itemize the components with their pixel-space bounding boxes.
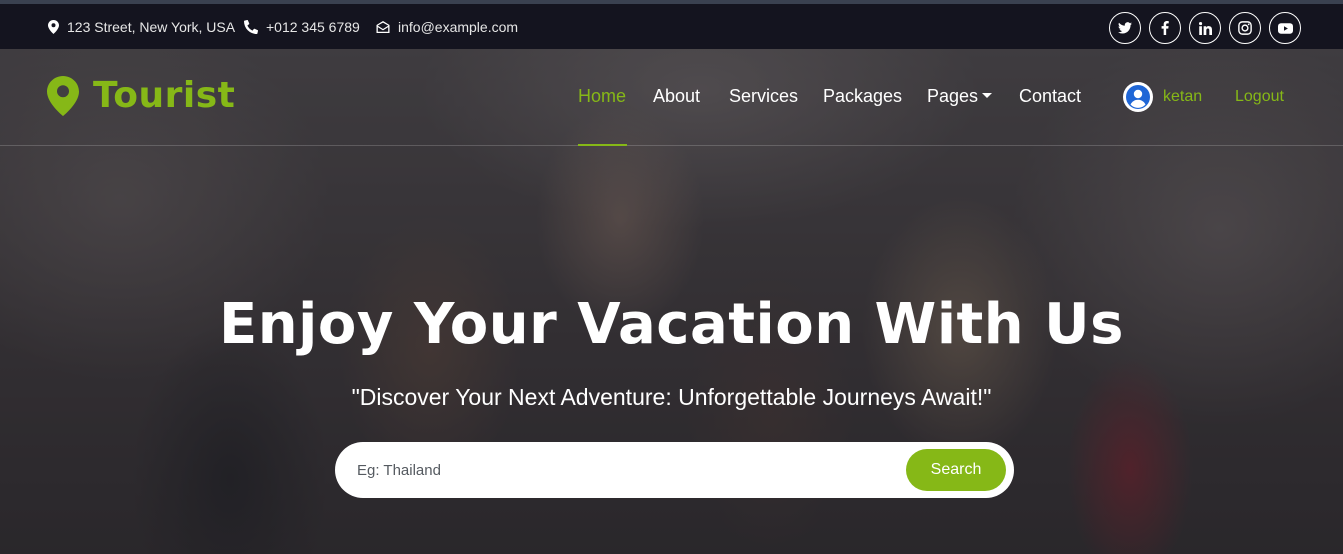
linkedin-icon[interactable]	[1189, 12, 1221, 44]
search-button[interactable]: Search	[906, 449, 1006, 491]
active-nav-indicator	[578, 144, 627, 146]
search-input[interactable]	[357, 452, 897, 488]
address-text: 123 Street, New York, USA	[67, 18, 236, 35]
user-name: ketan	[1163, 88, 1203, 105]
phone: +012 345 6789	[244, 4, 360, 49]
brand-name: Tourist	[93, 75, 236, 116]
map-marker-icon	[47, 75, 79, 116]
envelope-open-icon	[376, 20, 390, 33]
email: info@example.com	[376, 4, 518, 49]
logout-link[interactable]: Logout	[1235, 88, 1284, 106]
caret-down-icon	[982, 92, 993, 98]
user-avatar-icon	[1123, 82, 1153, 112]
top-bar: 123 Street, New York, USA +012 345 6789 …	[0, 0, 1343, 49]
phone-icon	[244, 19, 258, 34]
address: 123 Street, New York, USA	[48, 4, 235, 49]
map-marker-icon	[48, 19, 59, 34]
brand-logo[interactable]: Tourist	[47, 75, 235, 116]
nav-services[interactable]: Services	[729, 86, 798, 107]
user-menu[interactable]: ketan	[1123, 82, 1202, 112]
hero-section: Tourist Home About Services Packages Pag…	[0, 49, 1343, 554]
hero-tagline: "Discover Your Next Adventure: Unforgett…	[351, 384, 992, 410]
hero-headline: Enjoy Your Vacation With Us	[219, 292, 1124, 357]
instagram-icon[interactable]	[1229, 12, 1261, 44]
facebook-icon[interactable]	[1149, 12, 1181, 44]
twitter-icon[interactable]	[1109, 12, 1141, 44]
nav-packages[interactable]: Packages	[823, 86, 902, 107]
phone-text: +012 345 6789	[266, 18, 360, 35]
nav-contact[interactable]: Contact	[1019, 86, 1081, 107]
email-text: info@example.com	[398, 18, 519, 35]
navbar: Tourist Home About Services Packages Pag…	[0, 49, 1343, 146]
nav-pages-dropdown[interactable]: Pages	[927, 86, 993, 107]
nav-home[interactable]: Home	[578, 86, 626, 107]
social-links	[1109, 12, 1301, 44]
youtube-icon[interactable]	[1269, 12, 1301, 44]
nav-about[interactable]: About	[653, 86, 700, 107]
search-bar: Search	[335, 442, 1014, 498]
nav-pages-label: Pages	[927, 86, 979, 106]
